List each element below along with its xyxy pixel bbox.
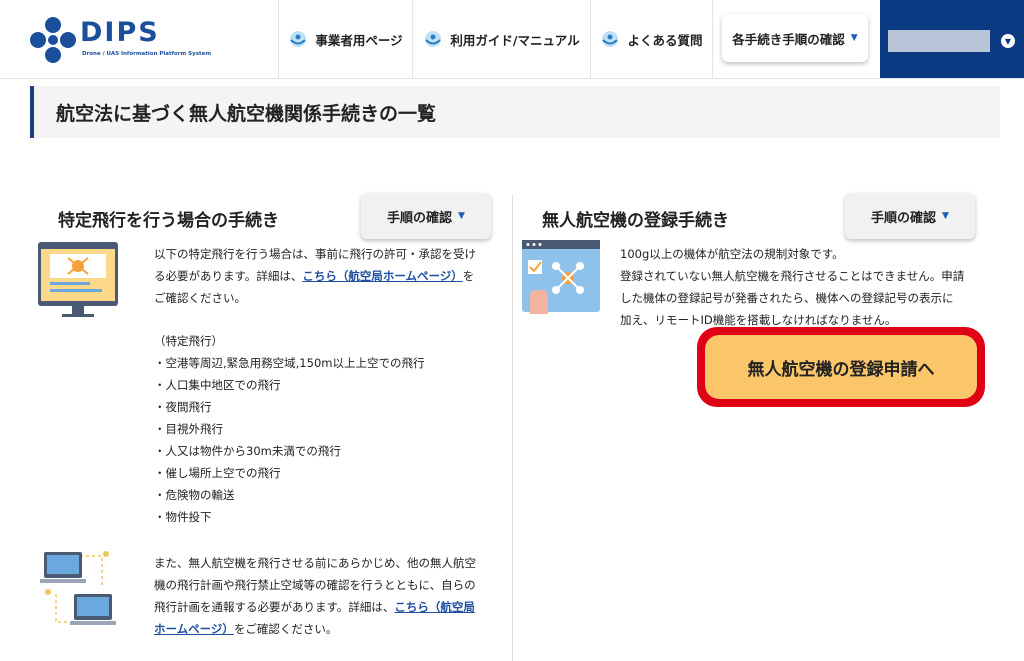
list-item: ・危険物の輸送: [154, 488, 235, 502]
nav-business-page[interactable]: 事業者用ページ: [278, 0, 413, 78]
drone-globe-icon: [425, 31, 442, 47]
page-title-bar: 航空法に基づく無人航空機関係手続きの一覧: [30, 86, 1000, 138]
list-item: ・人又は物件から30m未満での飛行: [154, 444, 341, 458]
outro-line: ホームページ）をご確認ください。: [154, 618, 499, 640]
aviation-bureau-link-2[interactable]: こちら（航空局: [394, 600, 475, 614]
nav-label: よくある質問: [627, 32, 703, 48]
section-divider: [512, 195, 513, 661]
registration-title: 無人航空機の登録手続き: [542, 211, 729, 231]
list-item: ・人口集中地区での飛行: [154, 378, 281, 392]
drone-registration-illustration: [522, 240, 600, 314]
aviation-bureau-link[interactable]: こちら（航空局ホームページ）: [302, 269, 462, 283]
list-item: ・夜間飛行: [154, 400, 212, 414]
flight-plan-notice: また、無人航空機を飛行させる前にあらかじめ、他の無人航空 機の飛行計画や飛行禁止…: [154, 552, 499, 640]
user-name-redacted: [888, 30, 990, 52]
specific-flight-title: 特定飛行を行う場合の手続き: [58, 211, 279, 231]
drone-registration-apply-button[interactable]: 無人航空機の登録申請へ: [705, 335, 977, 399]
procedure-button-label: 手順の確認: [871, 210, 937, 226]
caret-down-icon: ▼: [458, 211, 465, 221]
registration-line: 登録されていない無人航空機を飛行させることはできません。申請: [620, 269, 965, 283]
nav-user-guide[interactable]: 利用ガイド/マニュアル: [412, 0, 591, 78]
list-item: ・目視外飛行: [154, 422, 223, 436]
user-menu-toggle-icon[interactable]: ▼: [1001, 34, 1015, 48]
list-item: ・催し場所上空での飛行: [154, 466, 281, 480]
specific-flight-intro: 以下の特定飛行を行う場合は、事前に飛行の許可・承認を受け る必要があります。詳細…: [154, 243, 499, 309]
procedure-button-label: 手順の確認: [387, 210, 453, 226]
site-header: DIPS Drone / UAS Information Platform Sy…: [0, 0, 1024, 79]
outro-text: 飛行計画を通報する必要があります。詳細は、: [154, 600, 395, 614]
registration-line: 100g以上の機体が航空法の規制対象です。: [620, 247, 844, 261]
registration-description: 100g以上の機体が航空法の規制対象です。 登録されていない無人航空機を飛行させ…: [620, 243, 990, 331]
specific-flight-list: （特定飛行） ・空港等周辺,緊急用務空域,150m以上上空での飛行 ・人口集中地…: [154, 330, 424, 528]
intro-line: る必要があります。詳細は、こちら（航空局ホームページ）を: [154, 265, 499, 287]
logo-text: DIPS: [80, 17, 160, 48]
outro-line: 機の飛行計画や飛行禁止空域等の確認を行うとともに、自らの: [154, 578, 476, 592]
user-menu[interactable]: ▼: [880, 0, 1024, 78]
nav-label: 事業者用ページ: [315, 32, 403, 48]
monitor-drone-illustration: [38, 242, 118, 317]
registration-procedure-button[interactable]: 手順の確認 ▼: [845, 193, 975, 239]
logo-mark-icon: [30, 17, 76, 63]
intro-text: を: [462, 269, 475, 283]
network-computers-illustration: [40, 551, 116, 625]
outro-text: をご確認ください。: [233, 622, 338, 636]
intro-line: ご確認ください。: [154, 291, 246, 305]
list-item: ・空港等周辺,緊急用務空域,150m以上上空での飛行: [154, 356, 425, 370]
register-button-highlight[interactable]: 無人航空機の登録申請へ: [697, 327, 985, 407]
nav-faq[interactable]: よくある質問: [590, 0, 713, 78]
outro-line: また、無人航空機を飛行させる前にあらかじめ、他の無人航空: [154, 556, 476, 570]
procedures-dropdown[interactable]: 各手続き手順の確認 ▼: [722, 14, 868, 62]
page-title: 航空法に基づく無人航空機関係手続きの一覧: [56, 103, 437, 125]
dips-logo[interactable]: DIPS Drone / UAS Information Platform Sy…: [28, 15, 228, 65]
specific-flight-procedure-button[interactable]: 手順の確認 ▼: [361, 193, 491, 239]
intro-line: 以下の特定飛行を行う場合は、事前に飛行の許可・承認を受け: [154, 247, 476, 261]
caret-down-icon: ▼: [942, 211, 949, 221]
list-item: ・物件投下: [154, 510, 212, 524]
outro-line: 飛行計画を通報する必要があります。詳細は、こちら（航空局: [154, 596, 499, 618]
drone-globe-icon: [290, 31, 307, 47]
list-heading: （特定飛行）: [154, 334, 223, 348]
nav-label: 利用ガイド/マニュアル: [450, 32, 580, 48]
drone-globe-icon: [602, 31, 619, 47]
registration-line: した機体の登録記号が発番されたら、機体への登録記号の表示に: [620, 291, 954, 305]
intro-text: る必要があります。詳細は、: [154, 269, 303, 283]
aviation-bureau-link-2-cont[interactable]: ホームページ）: [154, 622, 234, 636]
procedures-dropdown-label: 各手続き手順の確認: [732, 31, 845, 47]
logo-subtitle: Drone / UAS Information Platform System: [82, 51, 212, 57]
caret-down-icon: ▼: [850, 33, 858, 43]
